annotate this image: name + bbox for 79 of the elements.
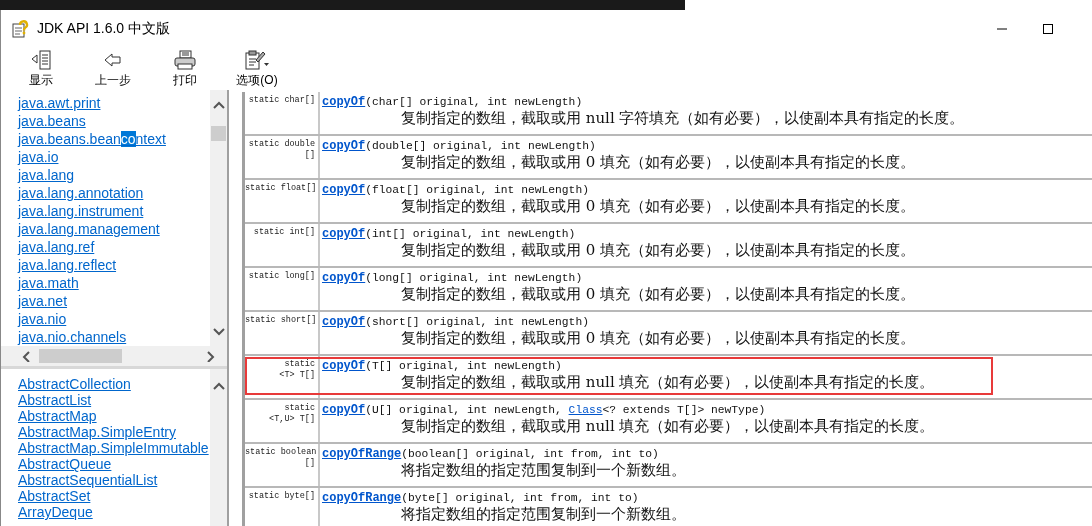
method-link[interactable]: copyOf bbox=[322, 403, 366, 417]
method-link[interactable]: copyOf bbox=[322, 359, 366, 373]
package-list-item[interactable]: java.lang.instrument bbox=[18, 202, 144, 220]
parameter-text: (double[] original, int newLength) bbox=[365, 140, 596, 152]
method-description: 复制指定的数组，截取或用 0 填充（如有必要），以使副本具有指定的长度。 bbox=[400, 241, 917, 259]
modifier-text: static short[] bbox=[245, 312, 320, 354]
method-description: 复制指定的数组，截取或用 null 填充（如有必要），以使副本具有指定的长度。 bbox=[400, 417, 936, 435]
package-list-item[interactable]: java.lang.management bbox=[18, 220, 160, 238]
modifier-text: static char[] bbox=[245, 92, 320, 134]
package-list-item[interactable]: java.nio.channels bbox=[18, 328, 127, 346]
chevron-down-icon[interactable] bbox=[211, 326, 226, 338]
method-link[interactable]: copyOfRange bbox=[322, 447, 402, 461]
parameter-text: (float[] original, int newLength) bbox=[365, 184, 589, 196]
modifier-text: static float[] bbox=[245, 180, 320, 222]
parameter-text: (short[] original, int newLength) bbox=[365, 316, 589, 328]
package-list-item[interactable]: java.lang.annotation bbox=[18, 184, 144, 202]
class-list-item[interactable]: AbstractSet bbox=[18, 488, 91, 504]
method-description: 将指定数组的指定范围复制到一个新数组。 bbox=[400, 461, 687, 479]
package-list-item[interactable]: java.beans.beancontext bbox=[18, 130, 166, 148]
method-link[interactable]: copyOf bbox=[322, 227, 366, 241]
modifier-text: static double [] bbox=[245, 136, 320, 178]
package-list-item[interactable]: java.awt.print bbox=[18, 94, 101, 112]
printer-icon bbox=[173, 50, 197, 70]
modifier-text: static <T> T[] bbox=[245, 356, 320, 398]
scrollbar-thumb[interactable] bbox=[211, 126, 226, 141]
parameter-text: (U[] original, int newLength, bbox=[365, 404, 563, 416]
modifier-text: static int[] bbox=[245, 224, 320, 266]
method-description: 复制指定的数组，截取或用 0 填充（如有必要），以使副本具有指定的长度。 bbox=[400, 329, 917, 347]
arrow-list-icon bbox=[30, 50, 52, 70]
method-description: 复制指定的数组，截取或用 0 填充（如有必要），以使副本具有指定的长度。 bbox=[400, 153, 917, 171]
method-description: 复制指定的数组，截取或用 0 填充（如有必要），以使副本具有指定的长度。 bbox=[400, 285, 917, 303]
package-list-item[interactable]: java.lang.ref bbox=[18, 238, 95, 256]
scrollbar-thumb[interactable] bbox=[39, 349, 122, 363]
package-list-item[interactable]: java.net bbox=[18, 292, 68, 310]
method-link[interactable]: copyOf bbox=[322, 183, 366, 197]
package-list-item[interactable]: java.beans bbox=[18, 112, 86, 130]
package-list-item[interactable]: java.lang bbox=[18, 166, 75, 184]
package-list-item[interactable]: java.math bbox=[18, 274, 79, 292]
parameter-text: (long[] original, int newLength) bbox=[365, 272, 583, 284]
class-list-item[interactable]: AbstractList bbox=[18, 392, 92, 408]
maximize-icon[interactable] bbox=[1042, 23, 1054, 35]
method-link[interactable]: copyOfRange bbox=[322, 491, 402, 505]
class-list-item[interactable]: ArrayDeque bbox=[18, 504, 93, 520]
class-list-item[interactable]: AbstractQueue bbox=[18, 456, 112, 472]
toolbar-button[interactable]: 显示 bbox=[15, 48, 67, 90]
method-description: 复制指定的数组，截取或用 null 字符填充（如有必要），以使副本具有指定的长度。 bbox=[400, 109, 966, 127]
class-list-item[interactable]: AbstractSequentialList bbox=[18, 472, 158, 488]
window-title: JDK API 1.6.0 中文版 bbox=[37, 20, 172, 38]
class-list-item[interactable]: AbstractCollection bbox=[18, 376, 131, 392]
modifier-text: static byte[] bbox=[245, 488, 320, 526]
class-list-item[interactable]: AbstractMap.SimpleEntry bbox=[18, 424, 176, 440]
package-list-item[interactable]: java.lang.reflect bbox=[18, 256, 117, 274]
help-document-icon bbox=[11, 20, 29, 38]
method-description: 将指定数组的指定范围复制到一个新数组。 bbox=[400, 505, 687, 523]
parameter-text: (boolean[] original, int from, int to) bbox=[401, 448, 659, 460]
method-link[interactable]: copyOf bbox=[322, 315, 366, 329]
modifier-text: static <T,U> T[] bbox=[245, 400, 320, 442]
class-list-item[interactable]: AbstractMap bbox=[18, 408, 97, 424]
parameter-text: (int[] original, int newLength) bbox=[365, 228, 576, 240]
package-list-item[interactable]: java.nio bbox=[18, 310, 67, 328]
toolbar-button[interactable]: 上一步 bbox=[87, 48, 139, 90]
method-link[interactable]: copyOf bbox=[322, 271, 366, 285]
clipboard-menu-icon bbox=[244, 50, 270, 70]
back-arrow-icon bbox=[102, 50, 124, 70]
class-list-item[interactable]: AbstractMap.SimpleImmutable bbox=[18, 440, 209, 456]
modifier-text: static boolean [] bbox=[245, 444, 320, 486]
method-description: 复制指定的数组，截取或用 0 填充（如有必要），以使副本具有指定的长度。 bbox=[400, 197, 917, 215]
toolbar-button[interactable]: 选项(O) bbox=[231, 48, 283, 90]
method-link[interactable]: copyOf bbox=[322, 139, 366, 153]
modifier-text: static long[] bbox=[245, 268, 320, 310]
parameter-text: (byte[] original, int from, int to) bbox=[401, 492, 639, 504]
package-list-item[interactable]: java.io bbox=[18, 148, 59, 166]
toolbar-button[interactable]: 打印 bbox=[159, 48, 211, 90]
parameter-text: <? extends T[]> newType) bbox=[602, 404, 766, 416]
parameter-text: (char[] original, int newLength) bbox=[365, 96, 583, 108]
method-link[interactable]: copyOf bbox=[322, 95, 366, 109]
parameter-text: (T[] original, int newLength) bbox=[365, 360, 562, 372]
method-description: 复制指定的数组，截取或用 null 填充（如有必要），以使副本具有指定的长度。 bbox=[400, 373, 936, 391]
type-link[interactable]: Class bbox=[568, 404, 603, 416]
